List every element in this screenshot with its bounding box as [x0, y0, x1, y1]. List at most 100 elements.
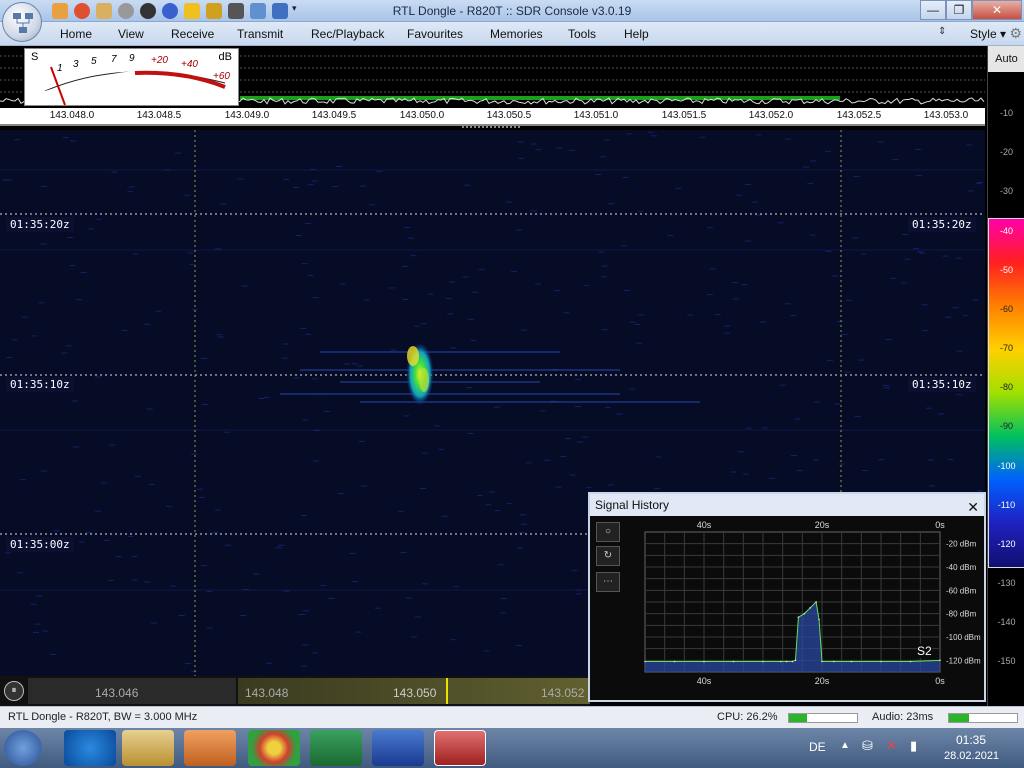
- noise-speck: [146, 408, 153, 410]
- noise-speck: [555, 486, 562, 488]
- signal-bars-icon[interactable]: ▮: [910, 738, 917, 754]
- noise-speck: [629, 321, 636, 323]
- style-menu[interactable]: Style ▾: [970, 27, 1006, 41]
- noise-speck: [275, 547, 282, 549]
- close-button[interactable]: ✕: [972, 0, 1022, 20]
- noise-speck: [878, 459, 885, 461]
- noise-speck: [777, 222, 784, 224]
- tray-expand-icon[interactable]: ▲: [840, 740, 850, 751]
- explorer-icon[interactable]: [122, 730, 174, 766]
- noise-speck: [298, 613, 305, 615]
- gear-icon[interactable]: ⚙: [1009, 25, 1022, 42]
- sdr-console-icon[interactable]: [434, 730, 486, 766]
- noise-speck: [583, 284, 590, 286]
- menu-home[interactable]: Home: [60, 27, 92, 41]
- network-off-icon[interactable]: ✕: [886, 738, 897, 754]
- noise-speck: [307, 274, 314, 276]
- noise-speck: [407, 237, 414, 239]
- noise-speck: [667, 235, 674, 236]
- auto-button[interactable]: Auto: [988, 46, 1024, 72]
- style-label: Style: [969, 27, 997, 41]
- menu-receive[interactable]: Receive: [171, 27, 214, 41]
- noise-speck: [447, 313, 454, 315]
- noise-speck: [608, 484, 614, 486]
- noise-speck: [655, 456, 662, 458]
- close-icon[interactable]: ✕: [967, 496, 979, 518]
- menu-rec-playback[interactable]: Rec/Playback: [311, 27, 384, 41]
- noise-speck: [155, 310, 162, 312]
- noise-speck: [95, 218, 102, 220]
- level-scale[interactable]: Auto -10 -20 -30 -40 -50 -60 -70 -80 -90…: [987, 46, 1024, 706]
- noise-speck: [730, 471, 737, 473]
- input-language[interactable]: DE: [809, 740, 826, 754]
- noise-speck: [263, 396, 270, 398]
- tune-label: 143.052: [541, 686, 585, 700]
- noise-speck: [253, 573, 260, 575]
- level-tick: -110: [997, 500, 1016, 510]
- noise-speck: [785, 138, 792, 140]
- tuning-strip[interactable]: ⏸ 143.046 143.048 143.050 143.052: [0, 676, 590, 706]
- noise-speck: [476, 495, 483, 497]
- usb-icon[interactable]: ⛁: [862, 738, 873, 754]
- noise-speck: [224, 544, 231, 546]
- tuning-marker: [446, 678, 448, 704]
- noise-speck: [351, 363, 358, 365]
- menu-favourites[interactable]: Favourites: [407, 27, 463, 41]
- app-menu-button[interactable]: [2, 2, 42, 42]
- menu-tools[interactable]: Tools: [568, 27, 596, 41]
- minimize-button[interactable]: —: [920, 0, 946, 20]
- noise-speck: [95, 510, 101, 512]
- clock-time[interactable]: 01:35: [956, 733, 986, 747]
- time-label-right: 01:35:20z: [908, 217, 976, 232]
- noise-speck: [977, 182, 983, 183]
- menu-transmit[interactable]: Transmit: [237, 27, 283, 41]
- noise-speck: [494, 406, 500, 408]
- noise-speck: [61, 352, 68, 354]
- noise-speck: [947, 459, 954, 461]
- media-player-icon[interactable]: [184, 730, 236, 766]
- menu-help[interactable]: Help: [624, 27, 649, 41]
- history-point: [791, 660, 794, 663]
- noise-speck: [300, 515, 307, 516]
- noise-speck: [467, 433, 474, 434]
- word-icon[interactable]: [372, 730, 424, 766]
- noise-speck: [813, 401, 820, 403]
- splitter-handle[interactable]: [462, 124, 522, 128]
- noise-speck: [601, 329, 608, 331]
- noise-speck: [913, 247, 920, 249]
- noise-speck: [854, 416, 861, 418]
- chrome-icon[interactable]: [248, 730, 300, 766]
- noise-speck: [151, 622, 157, 624]
- noise-speck: [576, 441, 583, 443]
- noise-speck: [779, 384, 786, 386]
- noise-speck: [305, 223, 312, 225]
- y-tick: -20 dBm: [946, 540, 977, 549]
- s-meter: S dB 1 3 5 7 9 +20 +40 +60: [24, 48, 239, 106]
- noise-speck: [877, 141, 884, 143]
- noise-speck: [516, 645, 523, 646]
- db-label: dB: [218, 51, 232, 63]
- pause-button[interactable]: ⏸: [4, 681, 24, 701]
- menu-view[interactable]: View: [118, 27, 144, 41]
- expand-icon[interactable]: ⇕: [938, 26, 946, 37]
- menu-memories[interactable]: Memories: [490, 27, 543, 41]
- noise-speck: [539, 410, 546, 412]
- noise-speck: [69, 265, 76, 267]
- device-status: RTL Dongle - R820T, BW = 3.000 MHz: [8, 711, 198, 723]
- restore-button[interactable]: ❐: [946, 0, 972, 20]
- noise-speck: [191, 308, 198, 310]
- internet-explorer-icon[interactable]: [64, 730, 116, 766]
- noise-speck: [196, 488, 203, 490]
- noise-speck: [376, 171, 383, 173]
- excel-icon[interactable]: [310, 730, 362, 766]
- noise-speck: [343, 363, 350, 365]
- noise-speck: [601, 265, 608, 267]
- noise-speck: [751, 201, 758, 203]
- noise-speck: [574, 406, 581, 408]
- start-button[interactable]: [4, 730, 42, 766]
- clock-date[interactable]: 28.02.2021: [944, 750, 999, 762]
- db-scale-20: +20: [151, 55, 168, 66]
- noise-speck: [516, 547, 523, 549]
- signal-history-title-bar[interactable]: Signal History ✕: [590, 494, 984, 516]
- y-tick: -80 dBm: [946, 610, 977, 619]
